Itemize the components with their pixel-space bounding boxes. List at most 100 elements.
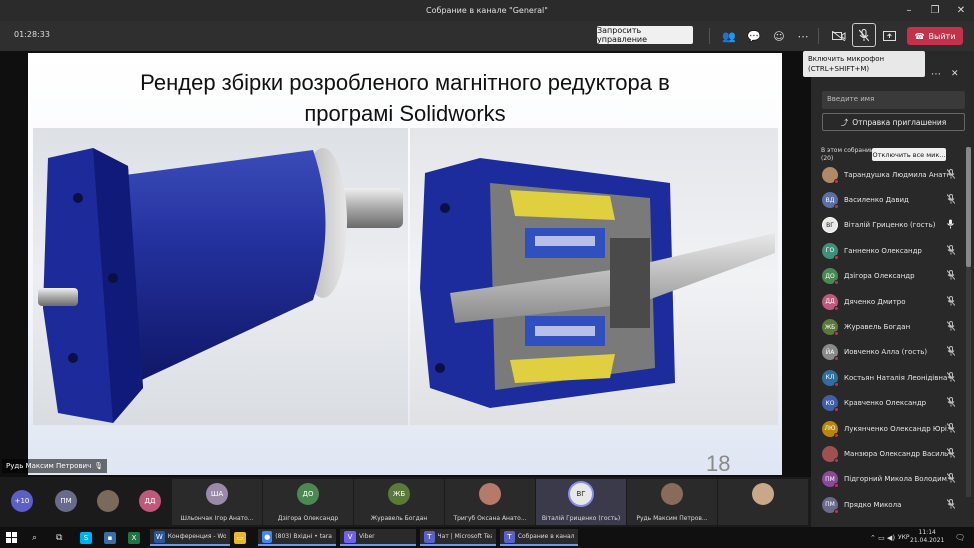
participant-tile[interactable]: ДО Дзігора Олександр (263, 479, 353, 525)
status-dot (834, 407, 839, 413)
participant-row[interactable]: ЙА Йовченко Алла (гость) (811, 340, 963, 365)
participant-row[interactable]: КО Кравченко Олександр (811, 391, 963, 416)
participant-strip: +10 ПМ ДД ША Шльончак Ігор Анато... ДО Дзігор… (0, 477, 811, 527)
clock-date: 21.04.2021 (910, 537, 945, 544)
task-view-icon[interactable]: ⧉ (56, 529, 62, 546)
participant-name: Костьян Наталія Леонідівна (844, 373, 948, 382)
taskbar-clock[interactable]: 11:14 21.04.2021 (910, 529, 944, 545)
windows-taskbar: ⌕ ⧉ S ▪ X ▭ ⌃ ▭ ◀) УКР 11:14 21.04.2021 … (0, 527, 974, 548)
participant-search-input[interactable]: Введите имя (822, 91, 965, 109)
tile-name: Журавель Богдан (370, 515, 428, 522)
participant-row[interactable]: ВД Василенко Давид (811, 187, 963, 212)
participant-row[interactable]: Тарандушка Людмила Анато... (811, 162, 963, 187)
taskbar-app-button[interactable]: WКонференция - Word (150, 529, 230, 546)
taskbar-app-button[interactable]: TЧат | Microsoft Tea... (420, 529, 496, 546)
mic-off-icon (946, 321, 956, 333)
participants-icon[interactable]: 👥 (720, 27, 738, 45)
presenter-name-tag: Рудь Максим Петрович 🎙 (2, 459, 108, 473)
windows-start-icon[interactable] (6, 529, 17, 546)
share-screen-icon[interactable] (880, 27, 898, 45)
taskbar-app-button[interactable]: V Viber (340, 529, 416, 546)
leave-label: Выйти (928, 31, 956, 41)
participant-avatar: КЛ (822, 369, 839, 387)
share-link-icon: ⤴ (840, 117, 849, 127)
panel-scrollbar-thumb[interactable] (966, 147, 971, 267)
participant-row[interactable]: ДД Дяченко Дмитро (811, 289, 963, 314)
in-meeting-section-header[interactable]: В этом собрании (20) (821, 147, 874, 163)
status-dot (834, 356, 839, 362)
system-tray[interactable]: ⌃ ▭ ◀) (870, 529, 895, 546)
leave-button[interactable]: ☎ Выйти (907, 27, 963, 45)
mic-off-icon (946, 244, 956, 257)
skype-icon[interactable]: S (80, 529, 92, 546)
chat-icon[interactable]: 💬 (745, 27, 763, 45)
panel-more-icon[interactable]: ⋯ (931, 69, 941, 80)
taskbar-app-button[interactable]: ●(803) Вхідні • taran... (258, 529, 336, 546)
mic-off-icon (946, 295, 956, 308)
file-explorer-icon[interactable]: ▭ (234, 529, 246, 546)
mic-off-icon (946, 168, 956, 181)
participant-row[interactable]: ЖБ Журавель Богдан (811, 314, 963, 339)
microphone-toggle-button[interactable] (852, 23, 876, 47)
mic-off-icon (946, 371, 956, 384)
participant-tile[interactable]: ЖБ Журавель Богдан (354, 479, 444, 525)
mic-off-icon (859, 28, 869, 41)
status-dot (834, 280, 839, 286)
app-icon: T (504, 530, 515, 543)
status-dot (834, 508, 839, 514)
notifications-icon[interactable]: 🗨 (955, 529, 965, 546)
language-indicator[interactable]: УКР (898, 529, 910, 546)
more-actions-icon[interactable]: ⋯ (794, 27, 812, 45)
camera-off-icon[interactable] (830, 27, 848, 45)
participant-avatar: ЛЮ (822, 420, 839, 438)
excel-icon[interactable]: X (128, 529, 140, 546)
tile-name: Шльончак Ігор Анато... (180, 515, 254, 522)
shared-content-area: Рендер збірки розробленого магнітного ре… (0, 51, 811, 477)
reactions-icon[interactable]: ☺ (770, 27, 788, 45)
gearbox-cross-section-render (410, 128, 778, 425)
participant-tile[interactable] (718, 479, 808, 525)
participant-row[interactable]: ПМ Прядко Микола (811, 492, 963, 517)
mute-all-button[interactable]: Отключить все мик... (872, 148, 946, 161)
strip-avatar[interactable]: ПМ (55, 490, 77, 512)
participant-tile[interactable]: ВГ Віталій Гриценко (гость) (536, 479, 626, 525)
window-controls: – ❐ ✕ (896, 0, 974, 21)
participant-tile[interactable]: ША Шльончак Ігор Анато... (172, 479, 262, 525)
tile-name: Віталій Гриценко (гость) (541, 515, 621, 522)
participant-avatar: ДД (822, 293, 839, 311)
save-icon[interactable]: ▪ (104, 529, 116, 546)
participant-list: Тарандушка Людмила Анато... ВД Василенко Д… (811, 162, 963, 517)
mic-off-icon (946, 473, 956, 485)
participant-row[interactable]: ГО Ганненко Олександр (811, 238, 963, 263)
participant-avatar: ВД (822, 192, 839, 210)
strip-avatar[interactable]: ДД (139, 490, 161, 512)
presentation-slide: Рендер збірки розробленого магнітного ре… (28, 53, 782, 476)
participant-tile[interactable]: Рудь Максим Петров... (627, 479, 717, 525)
minimize-icon[interactable]: – (896, 0, 922, 21)
mic-off-icon (946, 498, 956, 511)
hang-up-icon: ☎ (914, 31, 925, 41)
app-label: (803) Вхідні • taran... (275, 533, 332, 540)
status-dot (834, 381, 839, 387)
more-participants-button[interactable]: +10 (11, 490, 33, 512)
search-icon[interactable]: ⌕ (32, 529, 37, 546)
participant-name: Підгорний Микола Володим... (844, 475, 948, 484)
participant-row[interactable]: Манзюра Олександр Василь... (811, 441, 963, 466)
participant-row[interactable]: ДО Дзігора Олександр (811, 264, 963, 289)
participant-name: Йовченко Алла (гость) (844, 348, 928, 357)
tooltip-shortcut: (CTRL+SHIFT+M) (808, 65, 870, 73)
strip-avatar[interactable] (97, 490, 119, 512)
participant-row[interactable]: ПМ Підгорний Микола Володим... (811, 467, 963, 492)
app-icon: T (424, 530, 435, 543)
participant-row[interactable]: ЛЮ Лукянченко Олександр Юрі... (811, 416, 963, 441)
participant-row[interactable]: ВГ Віталій Гриценко (гость) (811, 213, 963, 238)
participant-row[interactable]: КЛ Костьян Наталія Леонідівна (811, 365, 963, 390)
maximize-icon[interactable]: ❐ (922, 0, 948, 21)
participant-tile[interactable]: Тригуб Оксана Анато... (445, 479, 535, 525)
close-icon[interactable]: ✕ (948, 0, 974, 21)
taskbar-app-button[interactable]: T Собрание в канал... (500, 529, 578, 546)
panel-close-icon[interactable]: ✕ (951, 69, 959, 79)
slide-title: Рендер збірки розробленого магнітного ре… (28, 67, 782, 129)
request-control-button[interactable]: Запросить управление (597, 26, 693, 44)
send-invite-button[interactable]: ⤴ Отправка приглашения (822, 113, 965, 131)
